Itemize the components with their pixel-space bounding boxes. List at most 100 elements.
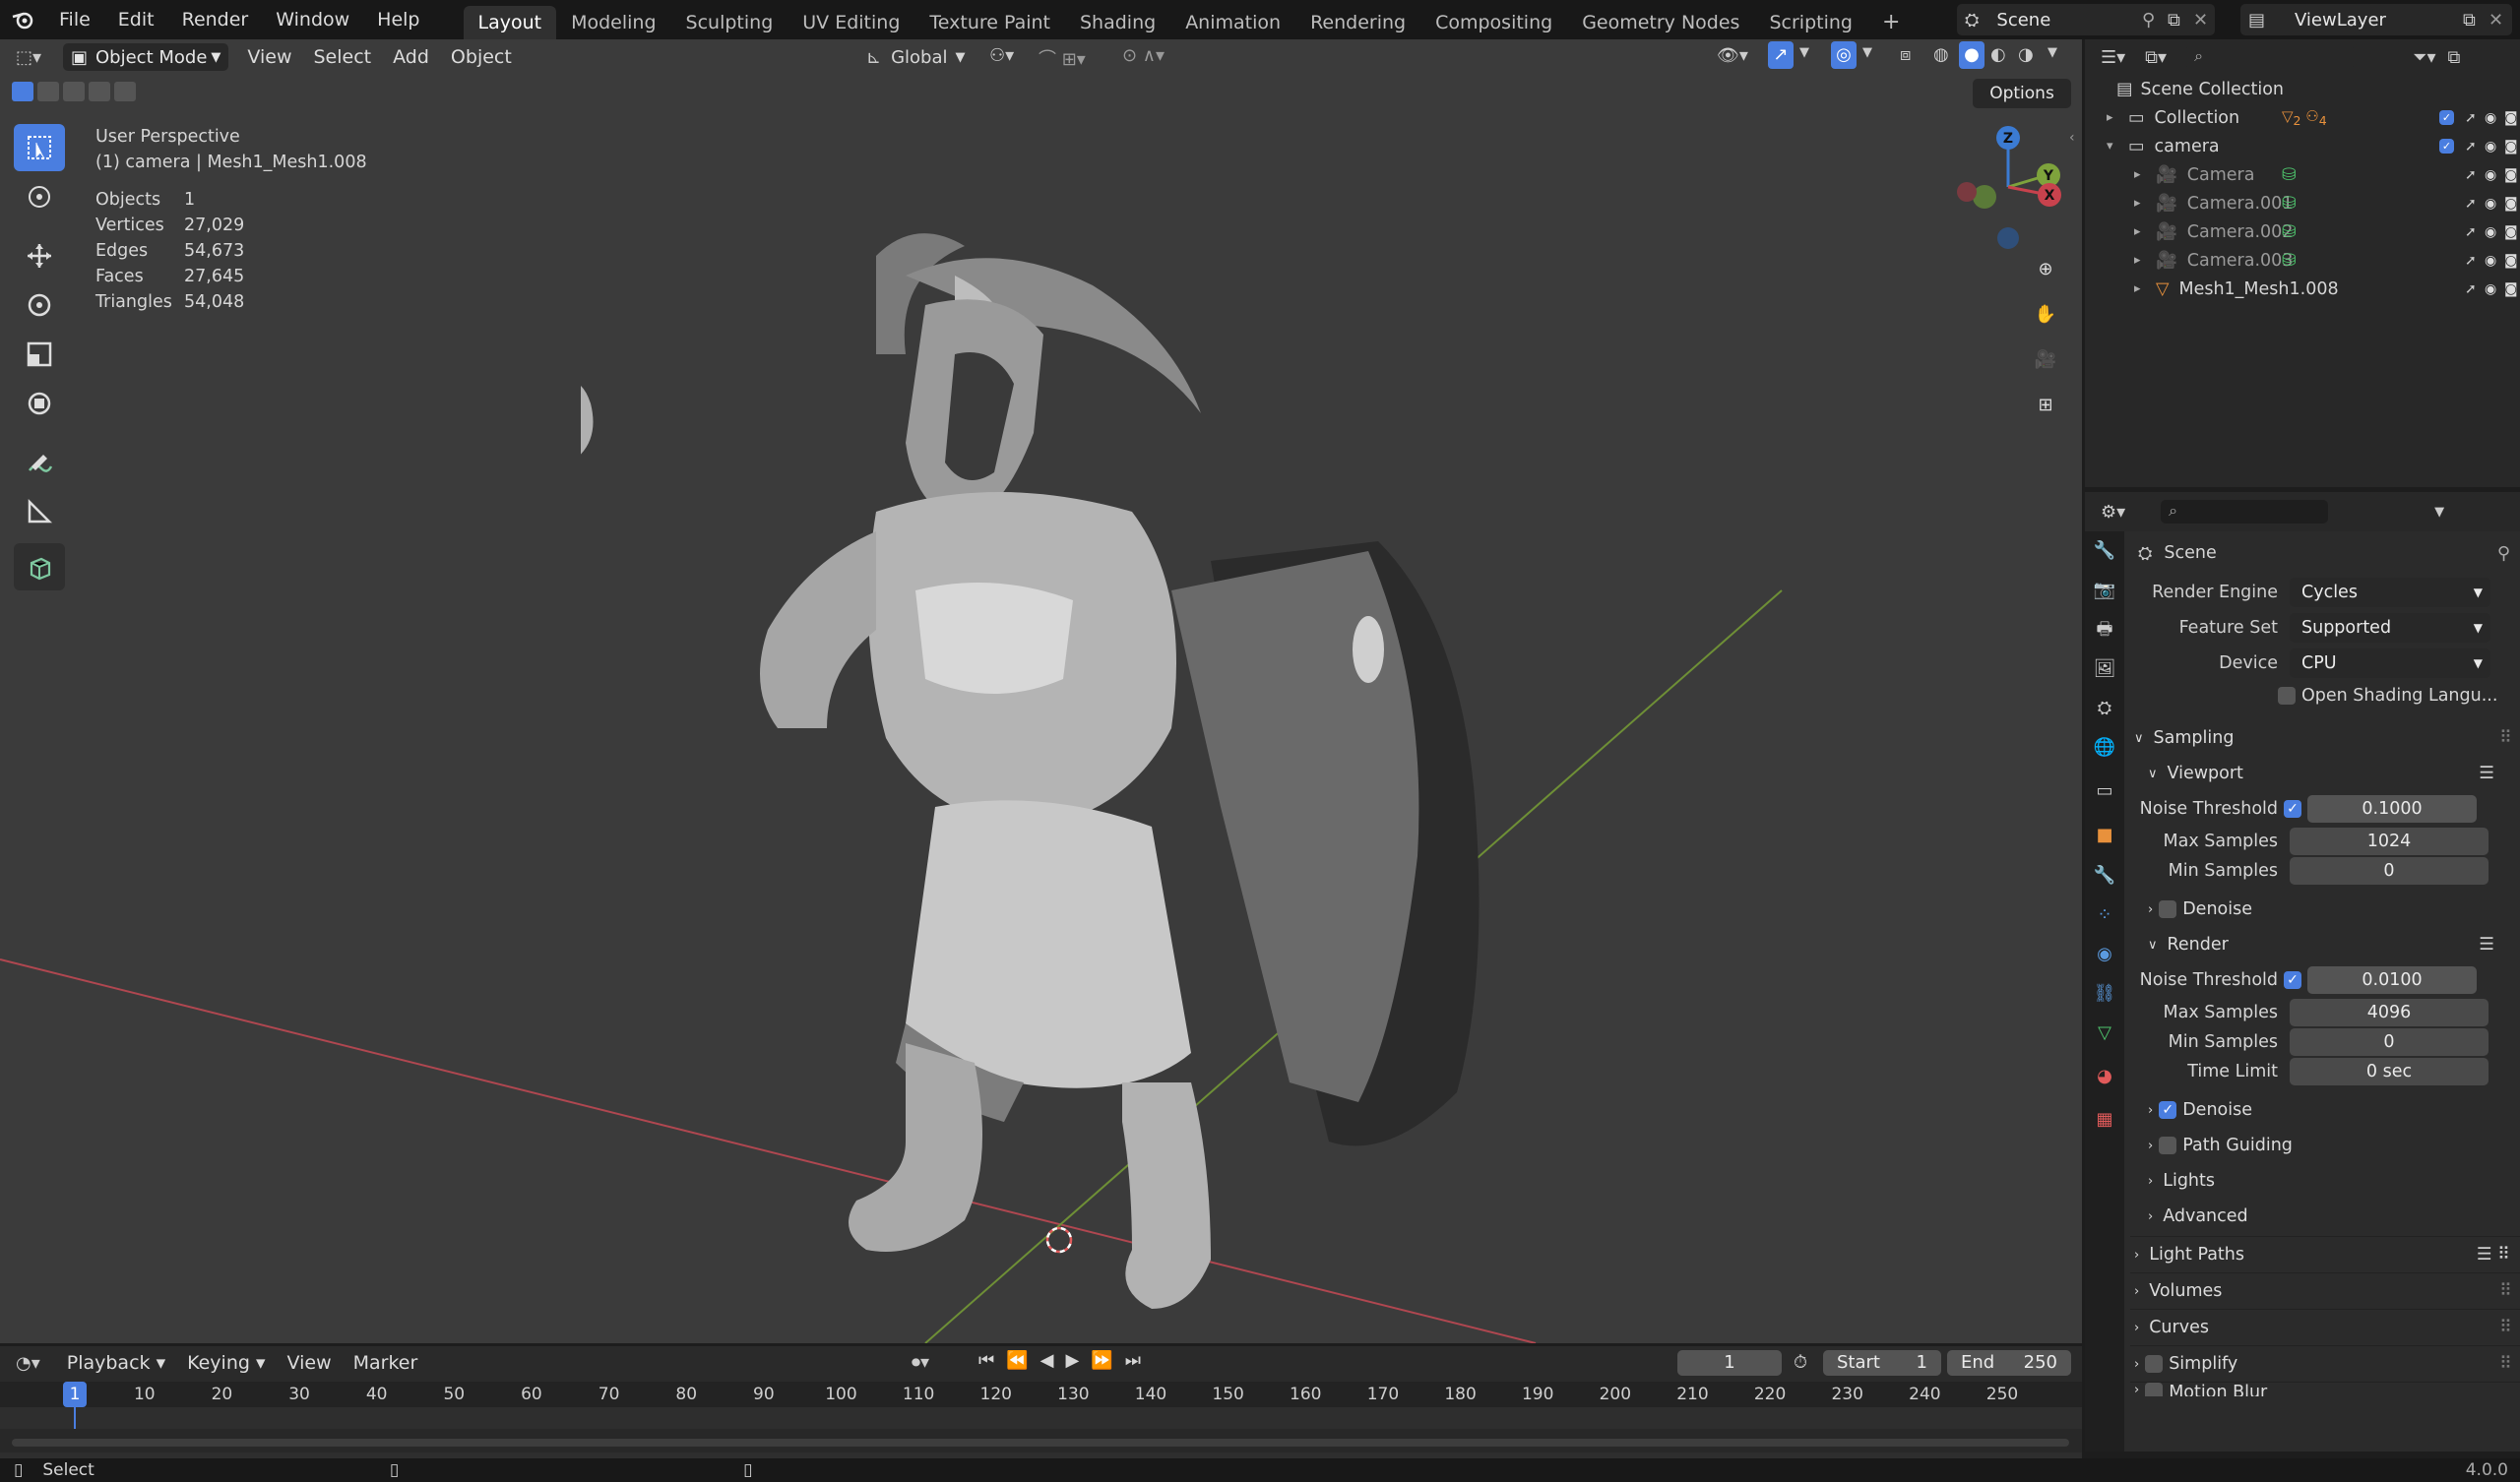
material-tab-icon[interactable]: ◕ <box>2085 1053 2124 1100</box>
tab-modeling[interactable]: Modeling <box>556 6 670 39</box>
play-reverse-icon[interactable]: ◀ <box>1040 1350 1054 1371</box>
eye-icon[interactable]: ◉ <box>2485 110 2496 126</box>
menu-help[interactable]: Help <box>363 0 433 39</box>
render-camera-icon[interactable]: ◙ <box>2504 139 2518 154</box>
ortho-toggle-icon[interactable]: ⊞ <box>2028 388 2063 423</box>
vp-noise-field[interactable]: 0.1000 <box>2307 795 2477 823</box>
menu-object[interactable]: Object <box>440 46 523 68</box>
gizmo-toggle-icon[interactable]: ↗ <box>1768 41 1794 69</box>
vp-max-field[interactable]: 1024 <box>2290 828 2488 855</box>
osl-checkbox[interactable] <box>2278 687 2296 705</box>
scene-tab-icon[interactable]: ⛭ <box>2085 689 2124 728</box>
selectable-icon[interactable]: ➚ <box>2465 253 2477 269</box>
mode-selector[interactable]: ▣ Object Mode ▼ <box>63 43 229 71</box>
shading-rendered-icon[interactable]: ◑ <box>2018 44 2034 65</box>
menu-window[interactable]: Window <box>262 0 363 39</box>
expand-arrow-icon[interactable]: ▸ <box>2134 167 2141 182</box>
render-camera-icon[interactable]: ◙ <box>2504 224 2518 240</box>
volumes-panel[interactable]: › Volumes ⠿ <box>2130 1272 2520 1309</box>
vp-min-field[interactable]: 0 <box>2290 857 2488 885</box>
overlay-dropdown-icon[interactable]: ▼ <box>1862 45 1872 60</box>
record-icon[interactable]: ⏺▾ <box>912 1352 929 1373</box>
r-max-field[interactable]: 4096 <box>2290 999 2488 1026</box>
drag-handle-icon[interactable]: ⠿ <box>2499 1281 2512 1301</box>
options-dropdown-icon[interactable]: ▼ <box>2434 505 2444 520</box>
outliner-item[interactable]: ▸ 🎥 Camera.003 ⛁ ➚ ◉ ◙ <box>2085 246 2520 275</box>
transform-orientation[interactable]: ⊾ Global ▼ <box>866 43 966 71</box>
playhead[interactable] <box>74 1407 76 1429</box>
annotate-tool[interactable] <box>14 439 65 486</box>
add-workspace-icon[interactable]: + <box>1867 6 1915 39</box>
goat-warrior-model[interactable] <box>581 216 1506 1343</box>
exclude-checkbox[interactable]: ✓ <box>2439 110 2454 125</box>
new-collection-icon[interactable]: ⧉ <box>2448 47 2461 68</box>
physics-tab-icon[interactable]: ◉ <box>2085 935 2124 974</box>
data-tab-icon[interactable]: ▽ <box>2085 1014 2124 1053</box>
pivot-icon[interactable]: ⚇▾ <box>989 45 1014 66</box>
tab-animation[interactable]: Animation <box>1170 6 1295 39</box>
path-guiding-subpanel[interactable]: › Path Guiding <box>2130 1128 2520 1163</box>
selectable-icon[interactable]: ➚ <box>2465 167 2477 183</box>
outliner-item[interactable]: ▸ 🎥 Camera ⛁ ➚ ◉ ◙ <box>2085 160 2520 189</box>
selectable-icon[interactable]: ➚ <box>2465 281 2477 297</box>
render-camera-icon[interactable]: ◙ <box>2504 167 2518 183</box>
r-time-field[interactable]: 0 sec <box>2290 1058 2488 1085</box>
proportional-edit-icon[interactable]: ⊙ ∧▾ <box>1122 45 1165 66</box>
object-tab-icon[interactable]: ■ <box>2085 815 2124 856</box>
vp-denoise-checkbox[interactable] <box>2159 900 2177 918</box>
path-guiding-checkbox[interactable] <box>2159 1137 2177 1154</box>
feature-set-dropdown[interactable]: Supported ▼ <box>2290 613 2490 643</box>
render-engine-dropdown[interactable]: Cycles ▼ <box>2290 578 2490 607</box>
render-subpanel-header[interactable]: ∨ Render ☰ <box>2130 927 2520 962</box>
render-camera-icon[interactable]: ◙ <box>2504 196 2518 212</box>
eye-icon[interactable]: ◉ <box>2485 139 2496 154</box>
tab-geometry-nodes[interactable]: Geometry Nodes <box>1567 6 1754 39</box>
outliner-item[interactable]: ▸ ▽ Mesh1_Mesh1.008 ➚ ◉ ◙ <box>2085 275 2520 303</box>
collection-tab-icon[interactable]: ▭ <box>2085 768 2124 815</box>
close-icon[interactable]: ✕ <box>2488 10 2503 31</box>
new-scene-icon[interactable]: ⧉ <box>2168 10 2180 31</box>
world-tab-icon[interactable]: 🌐 <box>2085 728 2124 768</box>
modifier-tab-icon[interactable]: 🔧 <box>2085 856 2124 895</box>
outliner-item[interactable]: ▾ ▭ camera ✓ ➚ ◉ ◙ <box>2085 132 2520 160</box>
render-camera-icon[interactable]: ◙ <box>2504 281 2518 297</box>
current-frame-field[interactable]: 1 <box>1677 1350 1782 1376</box>
navigation-gizmo[interactable]: Z Y X <box>1939 126 2077 249</box>
outliner-item[interactable]: ▸ ▭ Collection ▽2 ⚇4 ✓ ➚ ◉ ◙ <box>2085 103 2520 132</box>
output-tab-icon[interactable]: 🖶 <box>2085 610 2124 649</box>
menu-render[interactable]: Render <box>168 0 263 39</box>
expand-arrow-icon[interactable]: ▸ <box>2107 110 2113 125</box>
shading-wireframe-icon[interactable]: ◍ <box>1933 44 1949 65</box>
simplify-checkbox[interactable] <box>2145 1355 2164 1373</box>
camera-view-icon[interactable]: 🎥 <box>2028 342 2063 378</box>
select-subtract-icon[interactable] <box>63 82 85 101</box>
editor-type-icon[interactable]: ⚙▾ <box>2101 502 2125 523</box>
tab-sculpting[interactable]: Sculpting <box>671 6 788 39</box>
texture-tab-icon[interactable]: ▦ <box>2085 1100 2124 1140</box>
menu-edit[interactable]: Edit <box>104 0 168 39</box>
select-new-icon[interactable] <box>12 82 33 101</box>
tab-shading[interactable]: Shading <box>1065 6 1170 39</box>
vp-noise-checkbox[interactable]: ✓ <box>2284 800 2301 818</box>
tool-tab-icon[interactable]: 🔧 <box>2085 531 2124 571</box>
selectable-icon[interactable]: ➚ <box>2465 196 2477 212</box>
presets-icon[interactable]: ☰ <box>2479 935 2494 955</box>
shading-material-icon[interactable]: ◐ <box>1990 44 2006 65</box>
outliner-search-input[interactable]: ⌕ <box>2186 45 2355 69</box>
zoom-icon[interactable]: ⊕ <box>2028 252 2063 287</box>
tab-uv-editing[interactable]: UV Editing <box>788 6 914 39</box>
expand-arrow-icon[interactable]: ▸ <box>2134 253 2141 268</box>
motion-blur-panel[interactable]: › Motion Blur <box>2130 1382 2520 1396</box>
start-frame-field[interactable]: Start 1 <box>1823 1350 1941 1376</box>
overlay-toggle-icon[interactable]: ◎ <box>1831 41 1857 69</box>
cursor-tool[interactable] <box>14 173 65 220</box>
end-frame-field[interactable]: End 250 <box>1947 1350 2071 1376</box>
snap-icon[interactable]: ⌒ ⊞▾ <box>1039 45 1086 71</box>
shading-dropdown-icon[interactable]: ▼ <box>2048 45 2057 60</box>
r-noise-field[interactable]: 0.0100 <box>2307 966 2477 994</box>
menu-view[interactable]: View <box>236 46 302 68</box>
drag-handle-icon[interactable]: ⠿ <box>2499 1354 2512 1374</box>
expand-arrow-icon[interactable]: ▾ <box>2107 139 2113 154</box>
presets-icon[interactable]: ☰ <box>2479 764 2494 783</box>
vp-denoise-subpanel[interactable]: › Denoise <box>2130 892 2520 927</box>
